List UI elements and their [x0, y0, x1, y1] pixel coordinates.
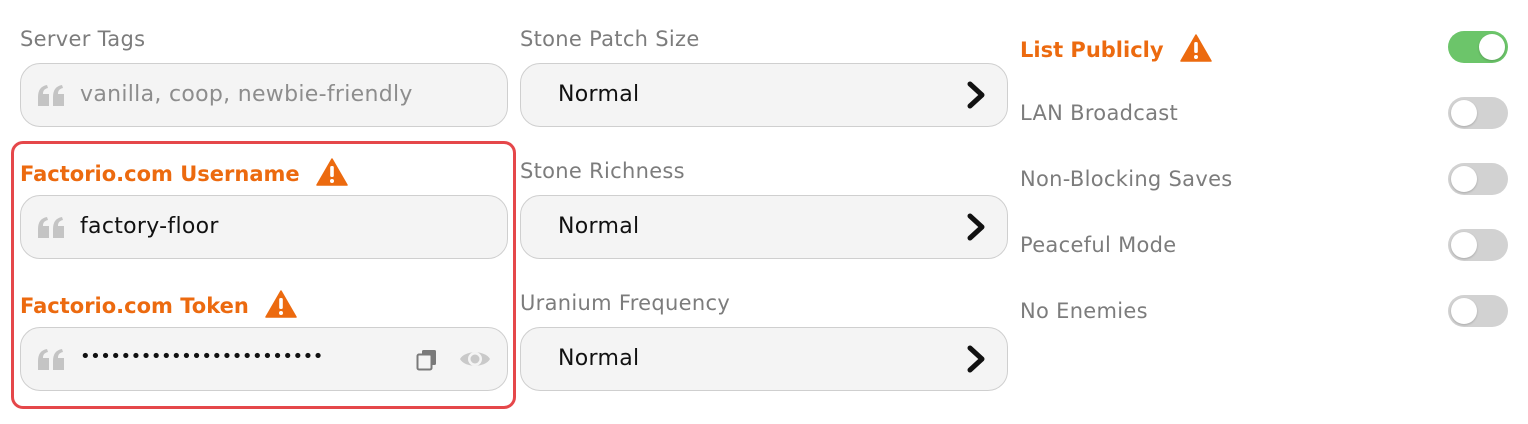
chevron-right-icon	[965, 213, 987, 245]
quote-icon	[37, 217, 67, 243]
chevron-right-icon	[965, 81, 987, 113]
toggle-knob	[1479, 34, 1505, 60]
list-publicly-label: List Publicly	[1020, 34, 1212, 68]
warning-icon	[316, 158, 348, 192]
toggle-knob	[1451, 232, 1477, 258]
server-tags-input[interactable]: vanilla, coop, newbie-friendly	[20, 63, 508, 127]
factorio-username-value: factory-floor	[80, 214, 219, 239]
toggle-knob	[1451, 166, 1477, 192]
quote-icon	[37, 349, 67, 375]
non-blocking-saves-toggle[interactable]	[1448, 163, 1508, 195]
server-tags-placeholder: vanilla, coop, newbie-friendly	[80, 82, 413, 107]
no-enemies-toggle[interactable]	[1448, 295, 1508, 327]
chevron-right-icon	[965, 345, 987, 377]
warning-icon	[1180, 34, 1212, 68]
toggle-knob	[1451, 298, 1477, 324]
factorio-token-value: ••••••••••••••••••••••••	[80, 346, 323, 367]
lan-broadcast-label: LAN Broadcast	[1020, 101, 1179, 125]
eye-icon[interactable]	[458, 347, 492, 375]
factorio-token-label-text: Factorio.com Token	[20, 294, 249, 318]
factorio-token-input[interactable]: ••••••••••••••••••••••••	[20, 327, 508, 391]
factorio-username-input[interactable]: factory-floor	[20, 195, 508, 259]
uranium-frequency-label: Uranium Frequency	[520, 291, 731, 315]
toggle-knob	[1451, 100, 1477, 126]
stone-patch-size-select[interactable]: Normal	[520, 63, 1008, 127]
factorio-token-label: Factorio.com Token	[20, 290, 297, 324]
uranium-frequency-value: Normal	[558, 346, 640, 371]
list-publicly-label-text: List Publicly	[1020, 38, 1164, 62]
list-publicly-toggle[interactable]	[1448, 31, 1508, 63]
lan-broadcast-toggle[interactable]	[1448, 97, 1508, 129]
server-tags-label: Server Tags	[20, 27, 146, 51]
peaceful-mode-label: Peaceful Mode	[1020, 233, 1177, 257]
no-enemies-label: No Enemies	[1020, 299, 1148, 323]
stone-patch-size-label: Stone Patch Size	[520, 27, 700, 51]
stone-patch-size-value: Normal	[558, 82, 640, 107]
peaceful-mode-toggle[interactable]	[1448, 229, 1508, 261]
stone-richness-label: Stone Richness	[520, 159, 685, 183]
uranium-frequency-select[interactable]: Normal	[520, 327, 1008, 391]
factorio-username-label: Factorio.com Username	[20, 158, 348, 192]
warning-icon	[265, 290, 297, 324]
quote-icon	[37, 85, 67, 111]
stone-richness-select[interactable]: Normal	[520, 195, 1008, 259]
stone-richness-value: Normal	[558, 214, 640, 239]
factorio-username-label-text: Factorio.com Username	[20, 162, 300, 186]
copy-icon[interactable]	[415, 348, 439, 376]
non-blocking-saves-label: Non-Blocking Saves	[1020, 167, 1233, 191]
